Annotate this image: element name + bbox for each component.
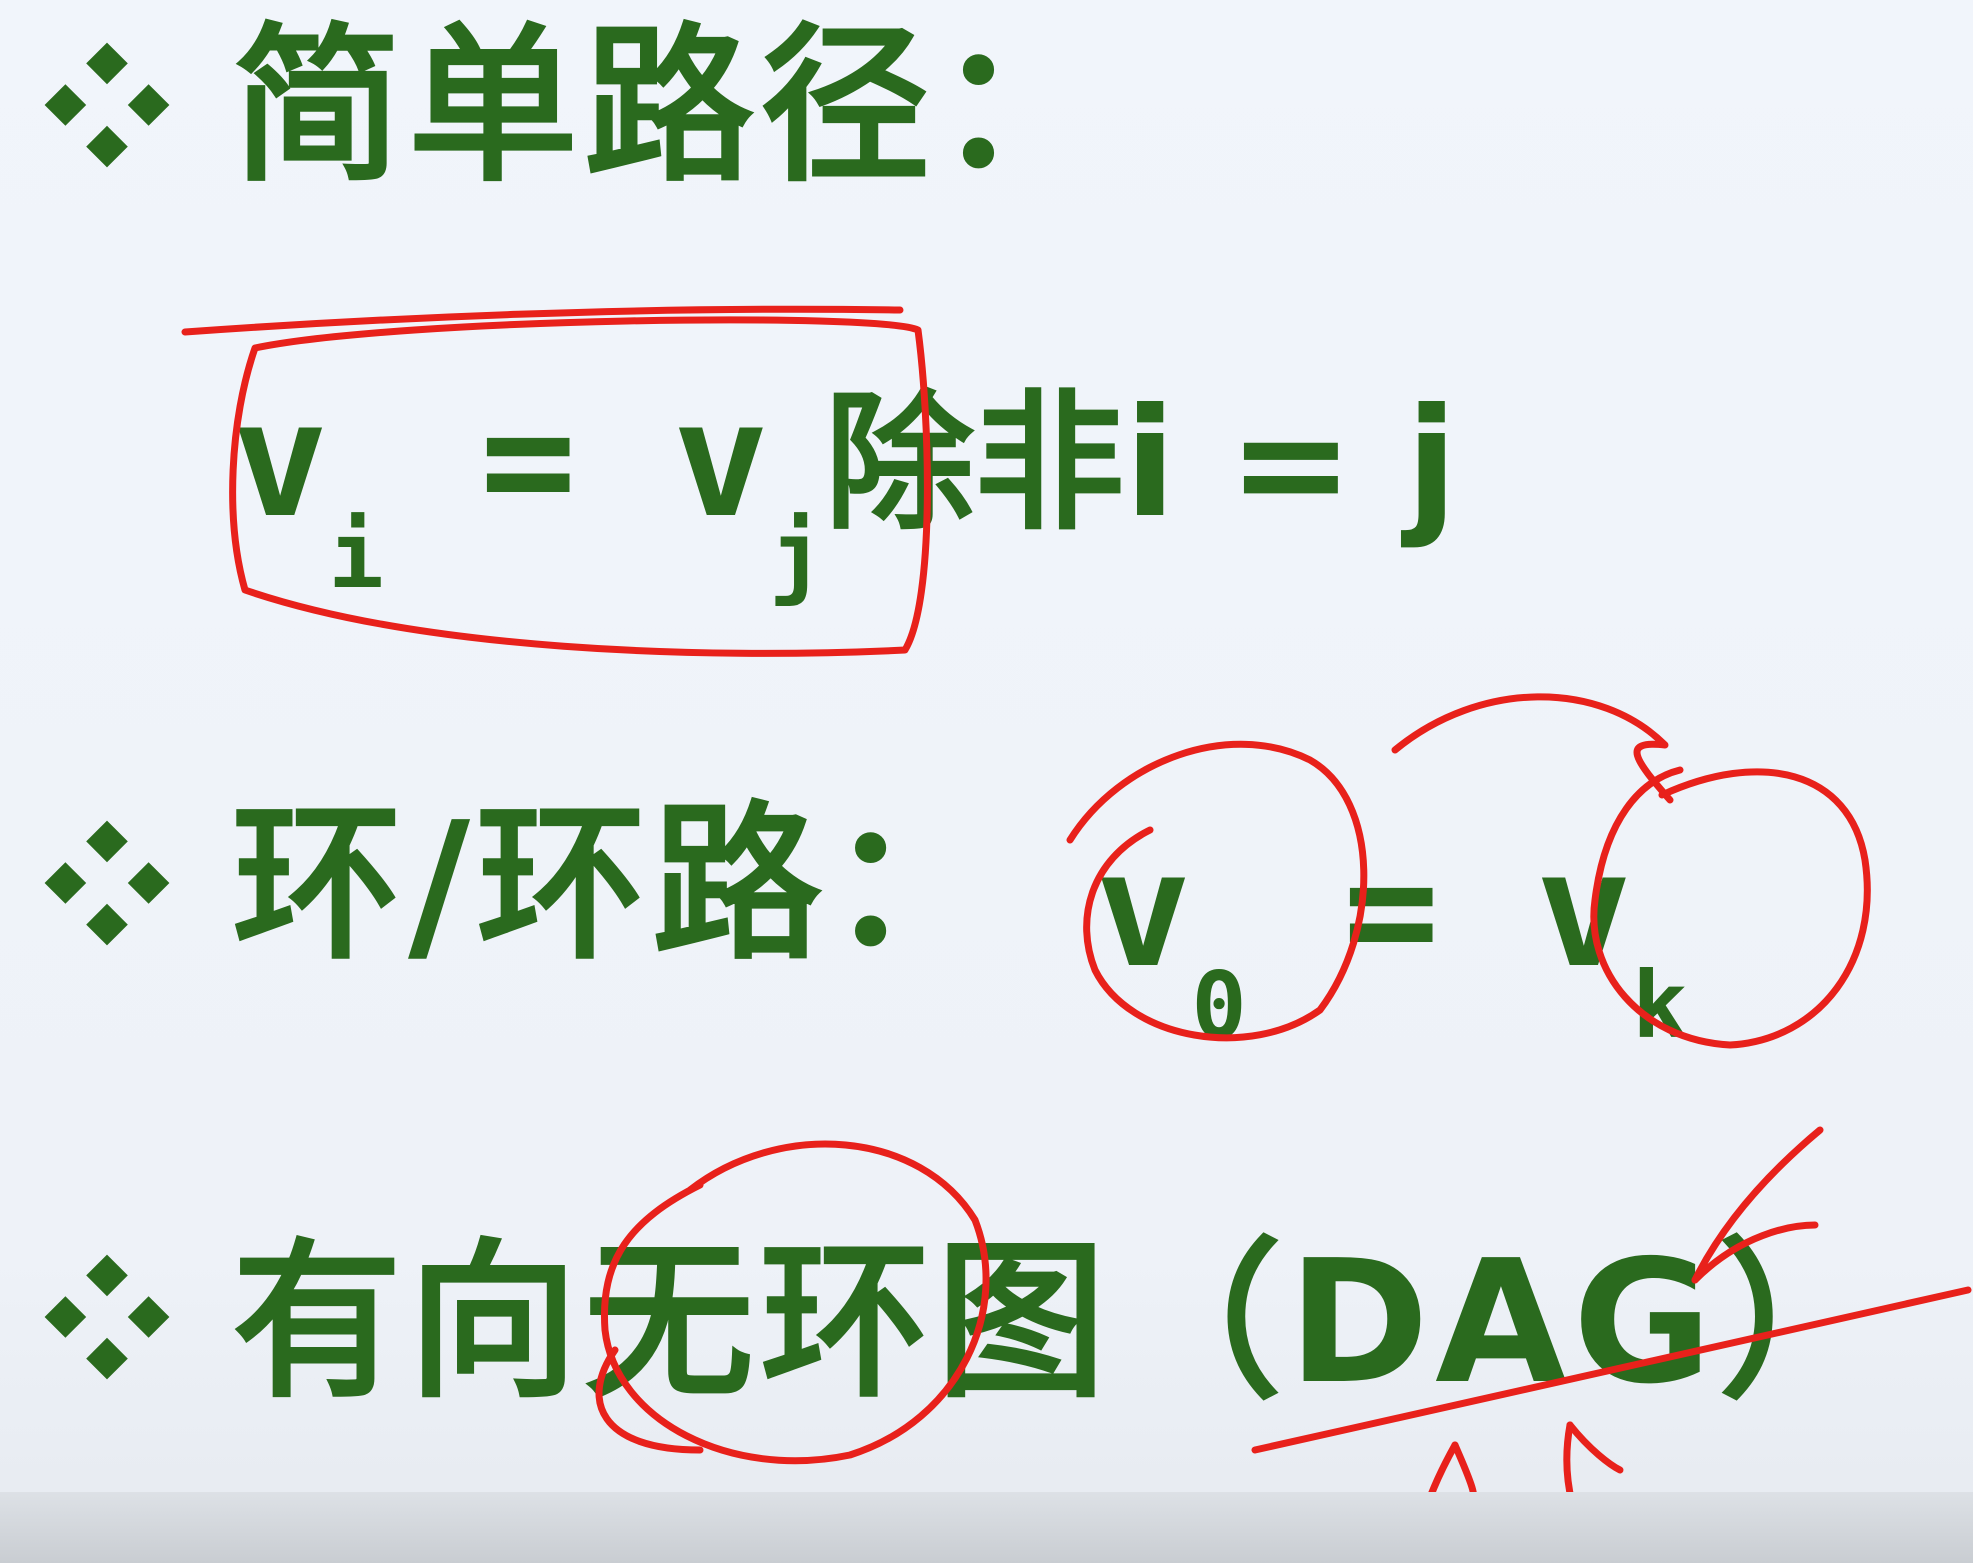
cycle-formula: v0 = vk	[1095, 830, 1687, 1052]
slide: 简单路径： vi = vj除非i = j 环/环路： v0 = vk 有向无环图…	[0, 0, 1973, 1563]
cycle-v-k: v	[1535, 816, 1633, 1003]
cycle-v-0: v	[1095, 816, 1192, 1003]
four-diamond-bullet-icon	[44, 820, 170, 946]
formula-v-i: v	[232, 366, 329, 553]
annotation-arrowhead-right	[1566, 1421, 1624, 1474]
formula-sub-i: i	[328, 502, 384, 609]
dag-heading: 有向无环图（DAG）	[232, 1224, 1895, 1422]
simple-path-heading: 简单路径：	[232, 8, 1113, 206]
cycle-sub-k: k	[1632, 952, 1688, 1059]
simple-path-formula: vi = vj除非i = j	[232, 380, 1457, 602]
four-diamond-bullet-icon	[44, 42, 170, 168]
formula-sub-j: j	[769, 502, 825, 609]
formula-equals: =	[383, 366, 673, 553]
bottom-bar	[0, 1492, 1973, 1563]
cycle-heading: 环/环路：	[232, 786, 1005, 984]
formula-v-j: v	[672, 366, 770, 553]
cycle-sub-0: 0	[1191, 952, 1247, 1059]
four-diamond-bullet-icon	[44, 1254, 170, 1380]
annotation-overline	[181, 305, 904, 336]
formula-condition: 除非i = j	[824, 377, 1458, 551]
annotation-arc	[1391, 693, 1674, 804]
cycle-equals: =	[1246, 816, 1536, 1003]
